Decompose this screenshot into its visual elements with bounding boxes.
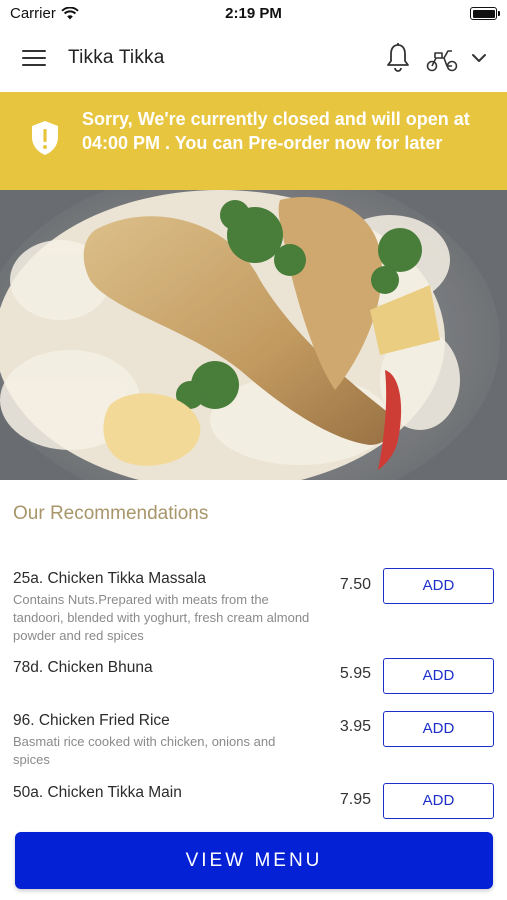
closed-banner: Sorry, We're currently closed and will o…: [0, 92, 507, 190]
status-time: 2:19 PM: [225, 5, 282, 22]
app-header: Tikka Tikka: [0, 28, 507, 92]
item-price: 7.50: [339, 576, 371, 593]
item-price: 5.95: [339, 665, 371, 682]
bell-icon[interactable]: [384, 42, 412, 74]
menu-icon[interactable]: [22, 50, 46, 68]
battery-icon: [470, 7, 500, 20]
chevron-down-icon[interactable]: [469, 48, 489, 68]
add-button[interactable]: ADD: [383, 711, 494, 747]
restaurant-title: Tikka Tikka: [68, 47, 165, 68]
item-name: 78d. Chicken Bhuna: [13, 659, 153, 676]
item-name: 50a. Chicken Tikka Main: [13, 784, 182, 801]
item-description: Contains Nuts.Prepared with meats from t…: [13, 592, 310, 643]
add-button[interactable]: ADD: [383, 658, 494, 694]
view-menu-button[interactable]: VIEW MENU: [15, 832, 493, 889]
recommendations-title: Our Recommendations: [13, 503, 209, 524]
item-name: 96. Chicken Fried Rice: [13, 712, 170, 729]
item-price: 7.95: [339, 791, 371, 808]
hero-food-image: [0, 190, 507, 480]
shield-alert-icon: [32, 121, 58, 155]
item-price: 3.95: [339, 718, 371, 735]
status-bar: Carrier 2:19 PM: [0, 0, 507, 28]
add-button[interactable]: ADD: [383, 783, 494, 819]
item-name: 25a. Chicken Tikka Massala: [13, 570, 206, 587]
scooter-icon[interactable]: [425, 45, 459, 73]
item-description: Basmati rice cooked with chicken, onions…: [13, 734, 276, 767]
add-button[interactable]: ADD: [383, 568, 494, 604]
closed-message: Sorry, We're currently closed and will o…: [82, 109, 470, 153]
